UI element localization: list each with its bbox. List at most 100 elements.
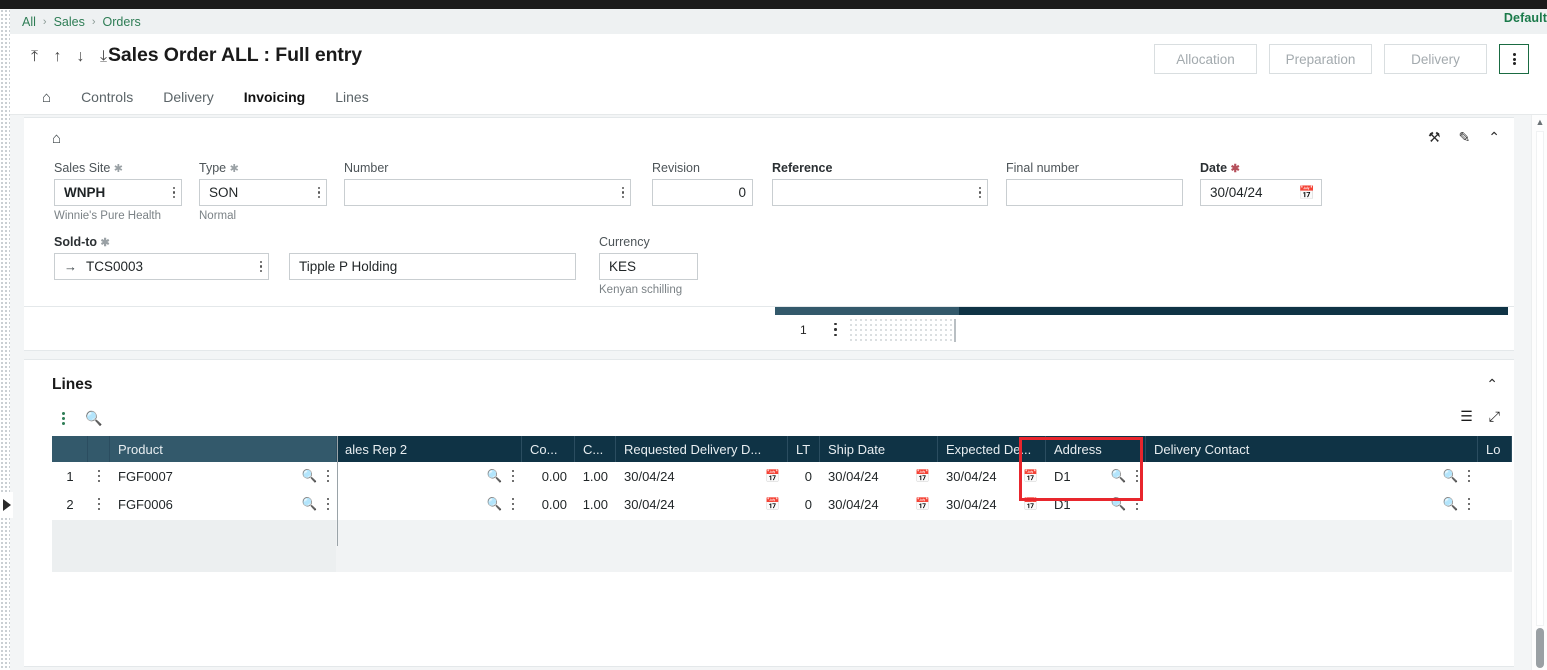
goto-customer-icon[interactable]: → (64, 259, 77, 274)
column-header-ship-date[interactable]: Ship Date (820, 436, 938, 462)
previous-record-icon[interactable]: ↑ (49, 46, 66, 68)
address-actions-icon[interactable] (1135, 496, 1138, 511)
cell-product[interactable]: FGF0006 🔍 (110, 490, 337, 518)
breadcrumb-item-sales[interactable]: Sales (54, 15, 85, 29)
column-header-lo[interactable]: Lo (1478, 436, 1512, 462)
lines-collapse-icon[interactable]: ⌃ (1486, 376, 1498, 393)
tab-controls[interactable]: Controls (81, 89, 133, 107)
cell-delivery-contact[interactable]: 🔍 (1146, 462, 1478, 490)
cell-lt[interactable]: 0 (788, 462, 820, 490)
expand-icon[interactable]: ⤢ (1489, 408, 1500, 425)
cell-sales-rep-2[interactable]: 🔍 (337, 490, 522, 518)
sales-rep-2-actions-icon[interactable] (511, 468, 514, 483)
date-input[interactable]: 30/04/24 📅 (1200, 179, 1322, 206)
delivery-contact-actions-icon[interactable] (1467, 496, 1470, 511)
product-lookup-icon[interactable]: 🔍 (302, 497, 318, 512)
collapse-icon[interactable]: ⌃ (1488, 130, 1500, 144)
product-actions-icon[interactable] (326, 468, 329, 483)
column-header-co[interactable]: Co... (522, 436, 575, 462)
search-icon[interactable]: 🔍 (85, 410, 102, 427)
column-header-c[interactable]: C... (575, 436, 616, 462)
column-header-rownum[interactable] (52, 436, 88, 462)
cell-c[interactable]: 1.00 (575, 490, 616, 518)
tab-home[interactable]: ⌂ (42, 89, 51, 108)
next-record-icon[interactable]: ↓ (72, 46, 89, 68)
sales-rep-2-actions-icon[interactable] (511, 496, 514, 511)
table-row[interactable]: 1 FGF0007 🔍 🔍 0.00 1.00 30/04/24 📅 0 30/… (52, 462, 1512, 490)
calendar-icon[interactable]: 📅 (1299, 185, 1315, 201)
column-header-lt[interactable]: LT (788, 436, 820, 462)
column-header-expected-delivery[interactable]: Expected De... (938, 436, 1046, 462)
cell-expected-delivery[interactable]: 30/04/24 📅 (938, 462, 1046, 490)
scroll-up-icon[interactable]: ▲ (1532, 117, 1547, 127)
cell-product[interactable]: FGF0007 🔍 (110, 462, 337, 490)
calendar-icon[interactable]: 📅 (915, 497, 930, 511)
sales-site-lookup-icon[interactable] (167, 186, 175, 200)
type-input[interactable]: SON (199, 179, 327, 206)
tools-icon[interactable]: ⚒ (1428, 130, 1441, 144)
layers-icon[interactable]: ☰ (1460, 408, 1473, 425)
cell-lt[interactable]: 0 (788, 490, 820, 518)
sold-to-input[interactable]: → TCS0003 (54, 253, 269, 280)
cell-sales-rep-2[interactable]: 🔍 (337, 462, 522, 490)
cell-requested-delivery-date[interactable]: 30/04/24 📅 (616, 462, 788, 490)
address-actions-icon[interactable] (1135, 468, 1138, 483)
sales-rep-2-lookup-icon[interactable]: 🔍 (487, 469, 503, 484)
cell-c[interactable]: 1.00 (575, 462, 616, 490)
left-panel-collapse-button[interactable] (0, 492, 13, 518)
address-lookup-icon[interactable]: 🔍 (1111, 497, 1127, 512)
column-header-product[interactable]: Product (110, 436, 337, 462)
calendar-icon[interactable]: 📅 (1023, 469, 1038, 483)
cell-ship-date[interactable]: 30/04/24 📅 (820, 462, 938, 490)
allocation-button[interactable]: Allocation (1154, 44, 1257, 74)
table-row[interactable]: 2 FGF0006 🔍 🔍 0.00 1.00 30/04/24 📅 0 30/… (52, 490, 1512, 518)
tab-delivery[interactable]: Delivery (163, 89, 214, 107)
sold-to-lookup-icon[interactable] (254, 260, 262, 274)
cell-ship-date[interactable]: 30/04/24 📅 (820, 490, 938, 518)
reference-input[interactable] (772, 179, 988, 206)
partial-grid-cell[interactable] (850, 319, 956, 342)
preparation-button[interactable]: Preparation (1269, 44, 1372, 74)
tab-lines[interactable]: Lines (335, 89, 368, 107)
cell-delivery-contact[interactable]: 🔍 (1146, 490, 1478, 518)
cell-co[interactable]: 0.00 (522, 462, 575, 490)
reference-lookup-icon[interactable] (973, 186, 981, 200)
type-lookup-icon[interactable] (312, 186, 320, 200)
cell-address[interactable]: D1 🔍 (1046, 490, 1146, 518)
sales-site-input[interactable]: WNPH (54, 179, 182, 206)
calendar-icon[interactable]: 📅 (765, 469, 780, 483)
breadcrumb-item-all[interactable]: All (22, 15, 36, 29)
address-lookup-icon[interactable]: 🔍 (1111, 469, 1127, 484)
edit-icon[interactable]: ✎ (1459, 130, 1471, 144)
delivery-contact-lookup-icon[interactable]: 🔍 (1443, 497, 1459, 512)
delivery-contact-lookup-icon[interactable]: 🔍 (1443, 469, 1459, 484)
cell-lo[interactable] (1478, 490, 1512, 518)
sold-to-name-input[interactable]: Tipple P Holding (289, 253, 576, 280)
tab-invoicing[interactable]: Invoicing (244, 89, 305, 107)
breadcrumb-item-orders[interactable]: Orders (103, 15, 141, 29)
number-lookup-icon[interactable] (616, 186, 624, 200)
default-view-label[interactable]: Default (1504, 11, 1547, 25)
vscroll-track[interactable] (1536, 131, 1544, 626)
lines-actions-menu[interactable] (62, 411, 65, 426)
sales-rep-2-lookup-icon[interactable]: 🔍 (487, 497, 503, 512)
delivery-button[interactable]: Delivery (1384, 44, 1487, 74)
column-header-delivery-contact[interactable]: Delivery Contact (1146, 436, 1478, 462)
column-header-rowmenu[interactable] (88, 436, 110, 462)
vscroll-thumb[interactable] (1536, 628, 1544, 668)
partial-grid-row-menu-icon[interactable] (834, 321, 837, 338)
product-actions-icon[interactable] (326, 496, 329, 511)
cell-address[interactable]: D1 🔍 (1046, 462, 1146, 490)
cell-expected-delivery[interactable]: 30/04/24 📅 (938, 490, 1046, 518)
delivery-contact-actions-icon[interactable] (1467, 468, 1470, 483)
more-actions-button[interactable] (1499, 44, 1529, 74)
currency-input[interactable]: KES (599, 253, 698, 280)
cell-co[interactable]: 0.00 (522, 490, 575, 518)
column-header-address[interactable]: Address (1046, 436, 1146, 462)
page-vertical-scrollbar[interactable]: ▲ (1531, 115, 1547, 670)
revision-input[interactable]: 0 (652, 179, 753, 206)
cell-requested-delivery-date[interactable]: 30/04/24 📅 (616, 490, 788, 518)
row-menu-icon[interactable] (88, 490, 110, 518)
column-header-sales-rep-2[interactable]: ales Rep 2 (337, 436, 522, 462)
cell-lo[interactable] (1478, 462, 1512, 490)
